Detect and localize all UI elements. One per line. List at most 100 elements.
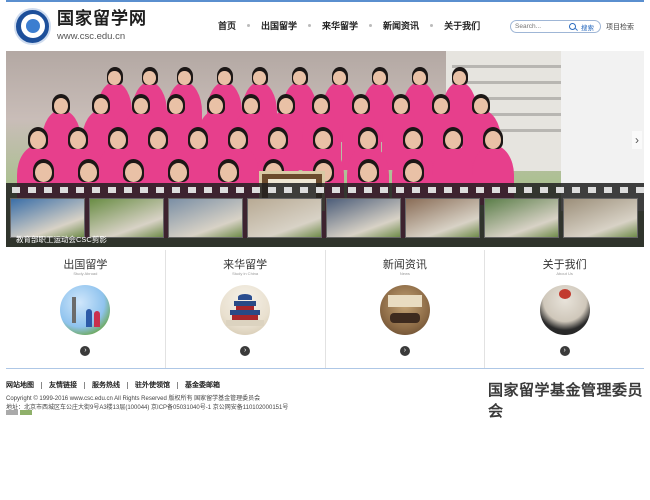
- film-perforation: [76, 187, 84, 193]
- film-perforation: [556, 187, 564, 193]
- film-perforation: [124, 187, 132, 193]
- filmstrip-frame[interactable]: [10, 198, 85, 238]
- banner-person-face: [405, 131, 421, 149]
- film-perforation: [92, 187, 100, 193]
- column-news[interactable]: 新闻资讯 News ›: [325, 250, 486, 368]
- column-title[interactable]: 出国留学: [6, 256, 165, 272]
- meeting-room-image[interactable]: [379, 285, 430, 335]
- banner-person-face: [445, 131, 461, 149]
- filmstrip-frame[interactable]: [326, 198, 401, 238]
- banner-caption[interactable]: 教育部职工运动会CSC剪影: [16, 234, 107, 245]
- column-title[interactable]: 来华留学: [166, 256, 325, 272]
- nav-separator: [369, 24, 373, 27]
- film-perforation: [268, 187, 276, 193]
- column-about-us[interactable]: 关于我们 About Us ›: [485, 250, 644, 368]
- film-perforation: [540, 187, 548, 193]
- nav-separator: [247, 24, 251, 27]
- column-title[interactable]: 关于我们: [485, 256, 644, 272]
- film-perforation: [412, 187, 420, 193]
- search-input[interactable]: [515, 23, 567, 30]
- film-perforation: [572, 187, 580, 193]
- main-nav: 首页 出国留学 来华留学 新闻资讯 关于我们: [218, 19, 480, 32]
- film-perforation: [156, 187, 164, 193]
- study-abroad-image[interactable]: [60, 285, 111, 335]
- column-subtitle: Study Abroad: [73, 271, 98, 276]
- film-perforation: [428, 187, 436, 193]
- top-accent-line: [6, 0, 644, 2]
- film-perforation: [524, 187, 532, 193]
- film-perforation: [188, 187, 196, 193]
- column-title[interactable]: 新闻资讯: [326, 256, 485, 272]
- film-perforation: [140, 187, 148, 193]
- banner-person-face: [485, 131, 501, 149]
- film-perforation: [492, 187, 500, 193]
- search-icon[interactable]: [569, 23, 576, 30]
- footer-separator: [127, 381, 128, 389]
- banner-person-face: [270, 131, 286, 149]
- film-perforation: [364, 187, 372, 193]
- film-perforation: [44, 187, 52, 193]
- column-study-abroad[interactable]: 出国留学 Study Abroad ›: [6, 250, 166, 368]
- column-subtitle: About Us: [556, 271, 573, 276]
- banner-person-face: [230, 131, 246, 149]
- film-perforation: [380, 187, 388, 193]
- filmstrip-frame[interactable]: [168, 198, 243, 238]
- footer-badges: [6, 410, 32, 415]
- footer-links: 网站地图 友情链接 服务热线 驻外使领馆 基金委邮箱: [6, 380, 220, 390]
- search-box: 搜索: [510, 20, 601, 33]
- column-study-in-china[interactable]: 来华留学 Study in China ›: [165, 250, 326, 368]
- more-arrow-icon[interactable]: ›: [559, 346, 570, 356]
- banner-person-face: [110, 131, 126, 149]
- nav-study-in-china[interactable]: 来华留学: [322, 19, 358, 32]
- filmstrip-frame[interactable]: [563, 198, 638, 238]
- footer-link-sitemap[interactable]: 网站地图: [6, 380, 34, 390]
- column-subtitle: News: [399, 271, 410, 276]
- nav-study-abroad[interactable]: 出国留学: [261, 19, 297, 32]
- filmstrip-frame[interactable]: [405, 198, 480, 238]
- security-badge-icon[interactable]: [20, 410, 32, 415]
- search-button[interactable]: 搜索: [581, 22, 594, 32]
- footer-link-mailbox[interactable]: 基金委邮箱: [185, 380, 220, 390]
- nav-home[interactable]: 首页: [218, 19, 236, 32]
- footer-link-hotline[interactable]: 服务热线: [92, 380, 120, 390]
- film-perforation: [316, 187, 324, 193]
- temple-of-heaven-image[interactable]: [220, 285, 271, 335]
- film-perforation: [220, 187, 228, 193]
- footer-separator: [41, 381, 42, 389]
- nav-news[interactable]: 新闻资讯: [383, 19, 419, 32]
- film-perforation: [460, 187, 468, 193]
- footer-link-friends[interactable]: 友情链接: [49, 380, 77, 390]
- site-logo[interactable]: 国家留学网 www.csc.edu.cn: [14, 6, 164, 46]
- logo-title: 国家留学网: [57, 8, 147, 29]
- staff-group-image[interactable]: [539, 285, 590, 335]
- filmstrip-frame[interactable]: [89, 198, 164, 238]
- address-text: 地址：北京市西城区车公庄大街9号A3楼13层(100044) 京ICP备0503…: [6, 405, 289, 411]
- film-perforation: [476, 187, 484, 193]
- film-perforation: [300, 187, 308, 193]
- banner-person-face: [315, 131, 331, 149]
- footer-copyright: Copyright © 1999-2016 www.csc.edu.cn All…: [6, 395, 288, 413]
- banner-person-face: [30, 131, 46, 149]
- film-perforation: [444, 187, 452, 193]
- csc-seal-icon: [14, 7, 51, 45]
- nav-separator: [308, 24, 312, 27]
- footer-separator: [84, 381, 85, 389]
- more-arrow-icon[interactable]: ›: [240, 346, 251, 356]
- more-arrow-icon[interactable]: ›: [80, 346, 91, 356]
- nav-about-us[interactable]: 关于我们: [444, 19, 480, 32]
- gov-badge-icon[interactable]: [6, 410, 18, 415]
- filmstrip-frame[interactable]: [247, 198, 322, 238]
- film-perforation: [252, 187, 260, 193]
- banner-next-arrow-icon[interactable]: ›: [632, 131, 642, 149]
- film-perforation: [508, 187, 516, 193]
- filmstrip-frame[interactable]: [484, 198, 559, 238]
- film-perforation: [172, 187, 180, 193]
- hero-banner[interactable]: › 教育部职工运动会CSC剪影: [6, 51, 644, 247]
- film-perforation: [108, 187, 116, 193]
- nav-separator: [430, 24, 434, 27]
- more-arrow-icon[interactable]: ›: [399, 346, 410, 356]
- film-perforation: [12, 187, 20, 193]
- logo-url: www.csc.edu.cn: [57, 30, 126, 42]
- footer-link-embassies[interactable]: 驻外使领馆: [135, 380, 170, 390]
- advanced-search-link[interactable]: 项目检索: [606, 22, 634, 32]
